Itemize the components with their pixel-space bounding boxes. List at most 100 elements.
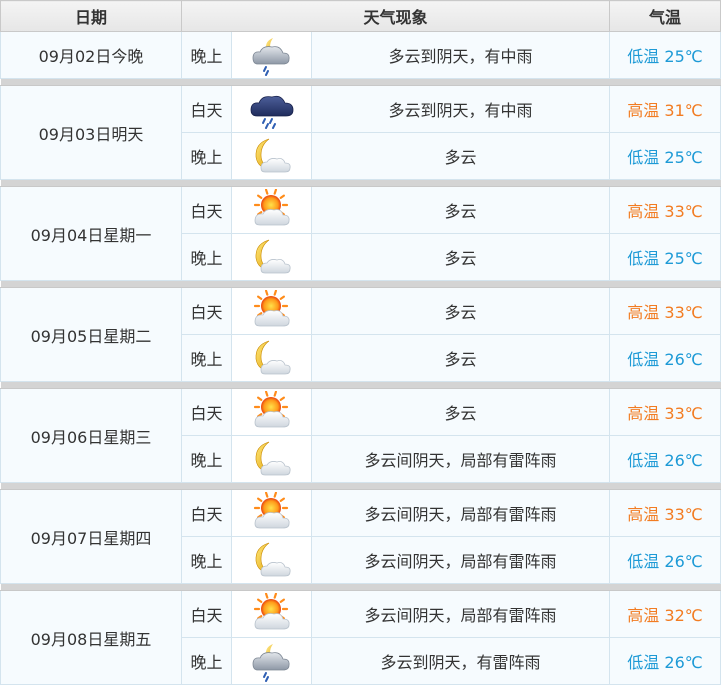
temp-value: 25℃	[664, 148, 703, 167]
temp-label: 低温	[627, 653, 660, 672]
header-date: 日期	[0, 0, 182, 32]
separator-cell	[0, 381, 721, 389]
weather-desc-cell: 多云间阴天，局部有雷阵雨	[311, 536, 610, 584]
day-separator	[0, 381, 721, 389]
table-row: 09月06日星期三 白天 多云 高温 33℃	[0, 388, 721, 483]
temp-value: 33℃	[664, 505, 703, 524]
temp-cell: 低温 26℃	[609, 435, 721, 483]
weather-desc-cell: 多云	[311, 334, 610, 382]
separator-cell	[0, 482, 721, 490]
period-cell: 白天	[181, 489, 232, 537]
table-row: 09月05日星期二 白天 多云 高温 33℃	[0, 287, 721, 382]
temp-cell: 高温 33℃	[609, 287, 721, 335]
table-row: 09月03日明天 白天 多云到阴天，有中雨 高温 31℃	[0, 85, 721, 180]
weather-icon-cell	[231, 233, 312, 281]
date-cell: 09月04日星期一	[0, 186, 182, 281]
table-row: 09月07日星期四 白天 多云间阴天，局部有雷阵雨 高温 33℃	[0, 489, 721, 584]
temp-value: 31℃	[664, 101, 703, 120]
weather-desc-cell: 多云	[311, 233, 610, 281]
temp-cell: 低温 26℃	[609, 334, 721, 382]
date-cell: 09月07日星期四	[0, 489, 182, 584]
weather-desc-cell: 多云间阴天，局部有雷阵雨	[311, 489, 610, 537]
period-cell: 白天	[181, 85, 232, 133]
temp-label: 高温	[627, 505, 660, 524]
table-row: 09月08日星期五 白天 多云间阴天，局部有雷阵雨 高温 32℃	[0, 590, 721, 685]
temp-label: 高温	[627, 101, 660, 120]
weather-icon-cell	[231, 536, 312, 584]
day-separator	[0, 280, 721, 288]
rain-cloud-icon	[232, 640, 311, 682]
forecast-widget: 日期 天气现象 气温 09月02日今晚 晚上 多云到阴天，有中雨 低温 25℃ …	[0, 0, 722, 687]
separator-cell	[0, 583, 721, 591]
period-cell: 晚上	[181, 536, 232, 584]
period-cell: 晚上	[181, 31, 232, 79]
temp-label: 高温	[627, 404, 660, 423]
moon-cloud-icon	[232, 337, 311, 379]
weather-desc-cell: 多云	[311, 287, 610, 335]
moon-cloud-icon	[232, 438, 311, 480]
weather-icon-cell	[231, 132, 312, 180]
weather-desc-cell: 多云到阴天，有雷阵雨	[311, 637, 610, 685]
weather-icon-cell	[231, 590, 312, 638]
weather-desc-cell: 多云	[311, 132, 610, 180]
temp-value: 33℃	[664, 202, 703, 221]
temp-label: 低温	[627, 47, 660, 66]
temp-label: 高温	[627, 202, 660, 221]
weather-icon-cell	[231, 31, 312, 79]
separator-cell	[0, 179, 721, 187]
temp-cell: 高温 31℃	[609, 85, 721, 133]
temp-value: 32℃	[664, 606, 703, 625]
weather-desc-cell: 多云	[311, 388, 610, 436]
temp-cell: 高温 32℃	[609, 590, 721, 638]
temp-value: 26℃	[664, 653, 703, 672]
temp-cell: 低温 25℃	[609, 233, 721, 281]
temp-value: 25℃	[664, 249, 703, 268]
table-row: 09月04日星期一 白天 多云 高温 33℃	[0, 186, 721, 281]
temp-value: 33℃	[664, 303, 703, 322]
date-cell: 09月02日今晚	[0, 31, 182, 79]
sun-cloud-icon	[232, 593, 311, 635]
day-separator	[0, 482, 721, 490]
temp-value: 26℃	[664, 350, 703, 369]
weather-desc-cell: 多云间阴天，局部有雷阵雨	[311, 590, 610, 638]
date-cell: 09月06日星期三	[0, 388, 182, 483]
temp-value: 33℃	[664, 404, 703, 423]
day-separator	[0, 179, 721, 187]
temp-label: 高温	[627, 303, 660, 322]
weather-icon-cell	[231, 287, 312, 335]
period-cell: 晚上	[181, 637, 232, 685]
temp-label: 低温	[627, 350, 660, 369]
weather-icon-cell	[231, 388, 312, 436]
sun-cloud-icon	[232, 391, 311, 433]
weather-desc-cell: 多云到阴天，有中雨	[311, 85, 610, 133]
moon-cloud-icon	[232, 236, 311, 278]
day-separator	[0, 583, 721, 591]
date-cell: 09月08日星期五	[0, 590, 182, 685]
weather-icon-cell	[231, 435, 312, 483]
sun-cloud-icon	[232, 290, 311, 332]
table-row: 09月02日今晚 晚上 多云到阴天，有中雨 低温 25℃	[0, 31, 721, 79]
moon-cloud-icon	[232, 135, 311, 177]
temp-value: 25℃	[664, 47, 703, 66]
period-cell: 晚上	[181, 233, 232, 281]
temp-label: 低温	[627, 451, 660, 470]
period-cell: 晚上	[181, 132, 232, 180]
temp-value: 26℃	[664, 552, 703, 571]
weather-desc-cell: 多云	[311, 186, 610, 234]
header-temp: 气温	[609, 0, 721, 32]
weather-desc-cell: 多云间阴天，局部有雷阵雨	[311, 435, 610, 483]
temp-cell: 高温 33℃	[609, 186, 721, 234]
temp-cell: 低温 25℃	[609, 132, 721, 180]
weather-icon-cell	[231, 334, 312, 382]
temp-cell: 低温 25℃	[609, 31, 721, 79]
separator-cell	[0, 78, 721, 86]
period-cell: 晚上	[181, 334, 232, 382]
temp-cell: 高温 33℃	[609, 388, 721, 436]
date-cell: 09月03日明天	[0, 85, 182, 180]
forecast-body: 09月02日今晚晚上 多云到阴天，有中雨低温 25℃09月03日明天白天	[0, 31, 721, 685]
weather-icon-cell	[231, 186, 312, 234]
temp-label: 低温	[627, 148, 660, 167]
temp-value: 26℃	[664, 451, 703, 470]
temp-label: 低温	[627, 249, 660, 268]
separator-cell	[0, 280, 721, 288]
